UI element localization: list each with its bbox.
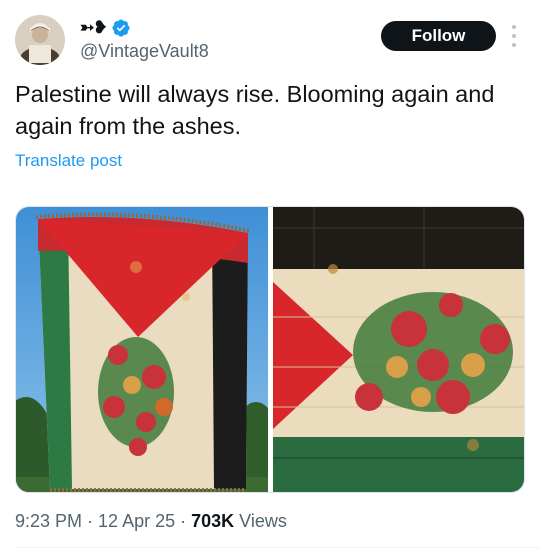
display-name[interactable]: ➳❥ (80, 18, 107, 38)
display-name-row[interactable]: ➳❥ (80, 17, 131, 39)
translate-post-link[interactable]: Translate post (15, 151, 122, 171)
post-date[interactable]: 12 Apr 25 (98, 511, 175, 532)
follow-button[interactable]: Follow (381, 21, 496, 51)
views-label: Views (239, 511, 287, 531)
verified-badge-icon (111, 19, 130, 37)
user-handle[interactable]: @VintageVault8 (80, 41, 209, 62)
post-time[interactable]: 9:23 PM (15, 511, 82, 532)
divider (15, 547, 540, 548)
palestine-flag-roses-closeup[interactable] (273, 207, 525, 493)
views-count: 703K (191, 511, 235, 531)
separator-dot: · (180, 511, 187, 531)
avatar[interactable] (15, 15, 65, 65)
post-text: Palestine will always rise. Blooming aga… (15, 81, 495, 139)
separator-dot: · (87, 511, 94, 531)
post-metadata: 9:23 PM · 12 Apr 25 · 703K Views (15, 511, 287, 532)
media-gallery[interactable] (15, 206, 525, 493)
palestine-flag-blanket-with-roses[interactable] (16, 207, 268, 493)
more-options-icon[interactable] (508, 25, 520, 47)
avatar-image (15, 15, 65, 65)
